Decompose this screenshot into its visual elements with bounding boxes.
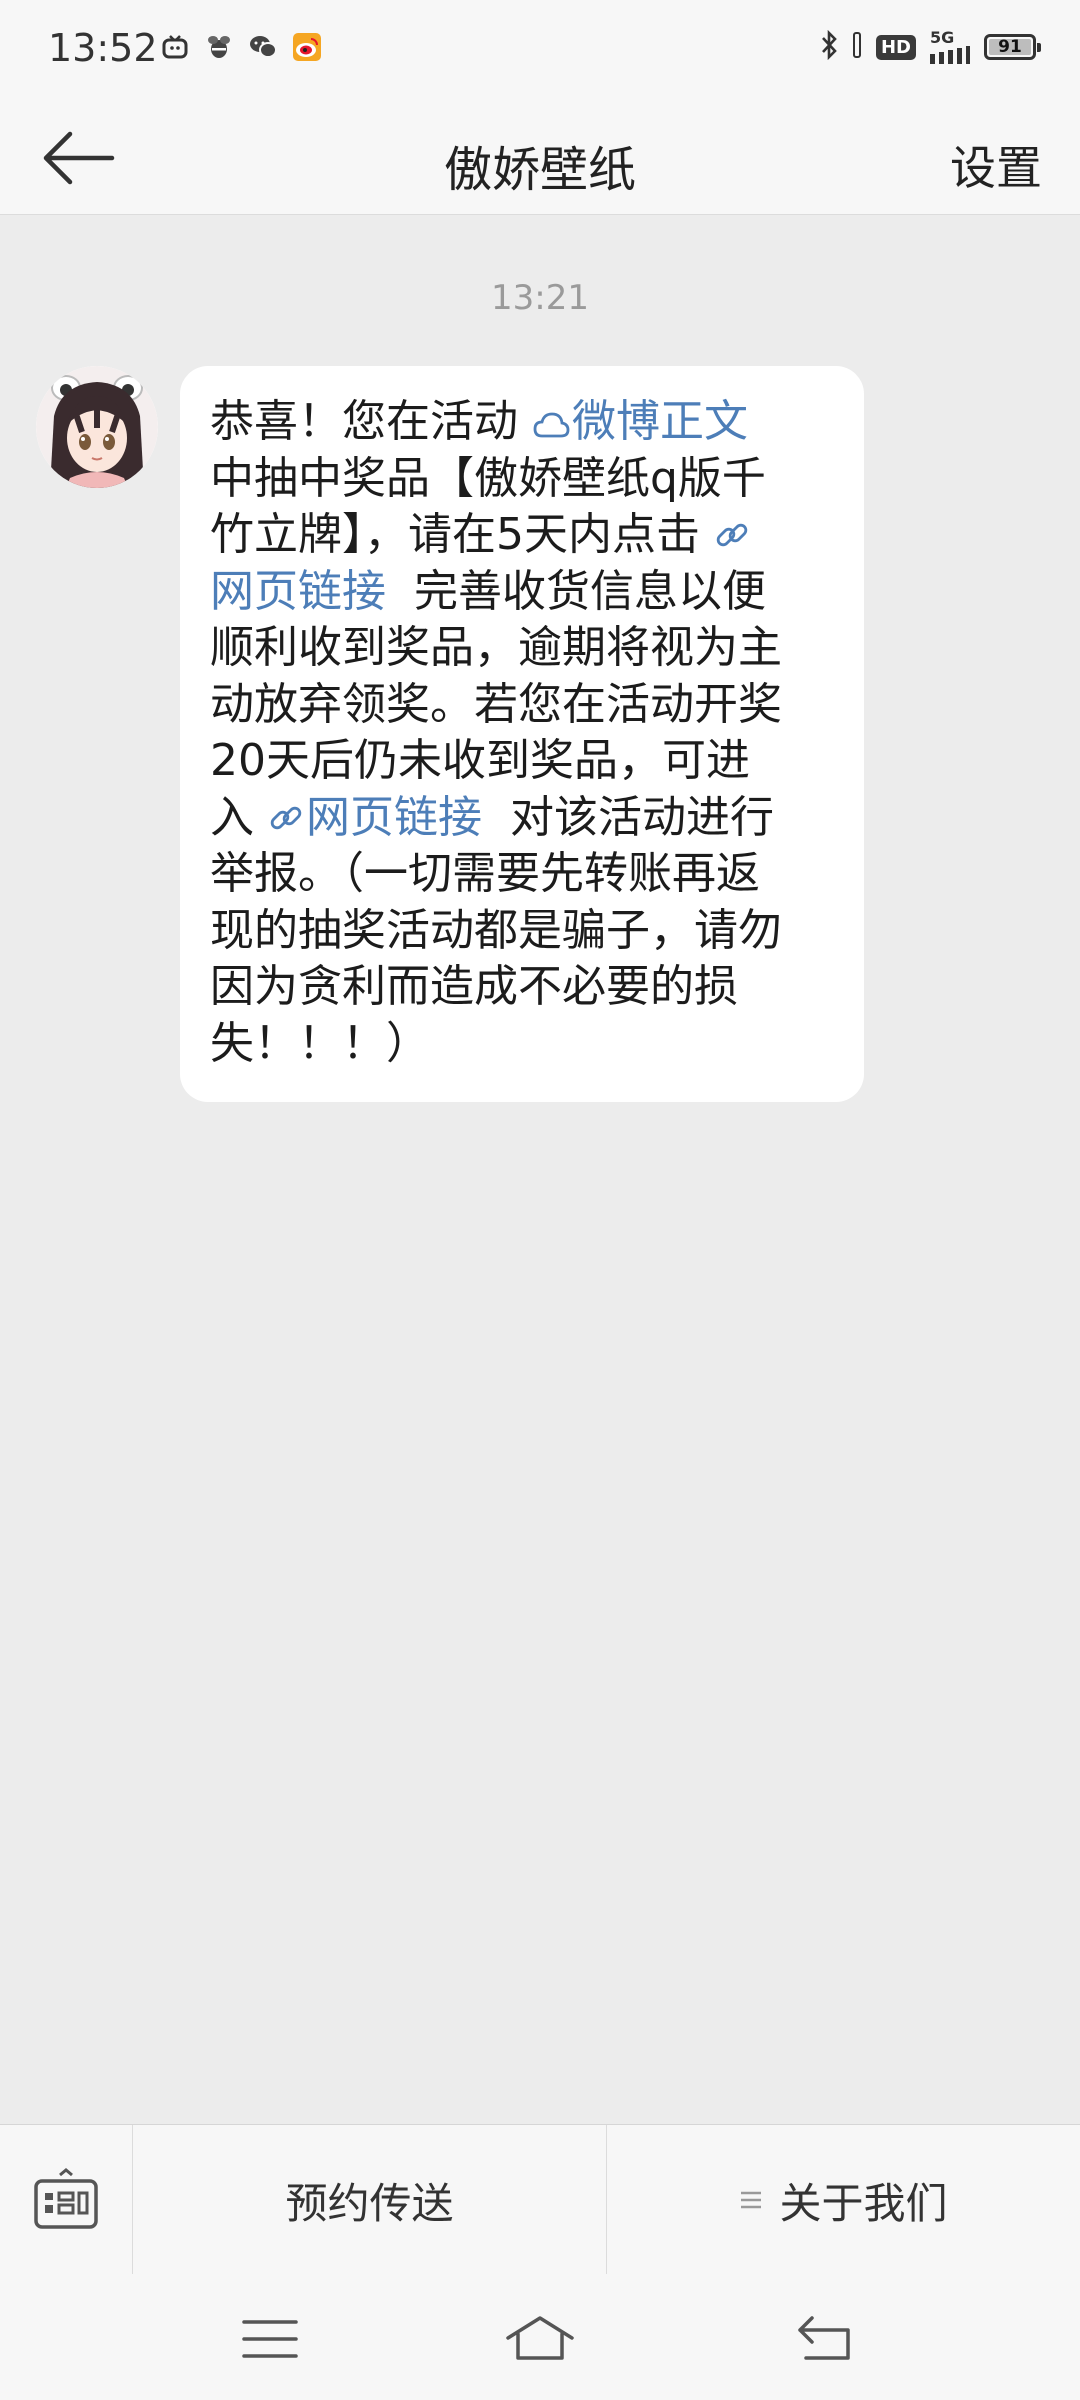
header: 傲娇壁纸 设置 (0, 100, 1080, 215)
message-text: 对该活动进行 (482, 791, 774, 843)
signal-bars-icon (930, 46, 970, 64)
message-line: 恭喜！您在活动 微博正文 (210, 394, 834, 451)
message-line: 网页链接 完善收货信息以便 (210, 564, 834, 621)
web-link-1[interactable]: 网页链接 (210, 566, 386, 617)
message-bubble: 恭喜！您在活动 微博正文 中抽中奖品【傲娇壁纸q版千 竹立牌】，请在5天内点击 … (180, 366, 864, 1102)
weibo-post-link[interactable]: 微博正文 (532, 396, 748, 447)
weibo-post-link-label: 微博正文 (572, 396, 748, 447)
web-link-2-label: 网页链接 (306, 791, 482, 843)
avatar-image (36, 366, 158, 488)
system-nav-bar (0, 2274, 1080, 2400)
nav-home-button[interactable] (504, 2314, 576, 2364)
menu-about-us-label: 关于我们 (779, 2178, 948, 2228)
message-line: 20天后仍未收到奖品，可进 (210, 735, 750, 786)
message-timestamp: 13:21 (491, 278, 589, 318)
avatar[interactable] (36, 366, 158, 488)
hd-badge: HD (875, 34, 916, 60)
menu-schedule-transfer[interactable]: 预约传送 (133, 2125, 607, 2275)
message-text: 恭喜！您在活动 (210, 396, 532, 447)
status-app-icons (160, 32, 322, 62)
tv-app-icon (160, 32, 190, 62)
keyboard-icon (34, 2168, 98, 2229)
status-right: HD 5G 91 (820, 29, 1041, 64)
link-chain-icon (270, 806, 302, 829)
message-line: 动放弃领奖。若您在活动开奖 (210, 678, 782, 730)
message-line: 中抽中奖品【傲娇壁纸q版千 (210, 452, 766, 504)
message-line: 失！！！） (210, 1017, 430, 1069)
status-time: 13:52 (48, 26, 158, 70)
nav-back-button[interactable] (792, 2314, 856, 2364)
cloud-icon (533, 412, 570, 438)
status-bar: 13:52 HD 5G 91 (0, 0, 1080, 100)
menu-about-us[interactable]: 关于我们 (607, 2125, 1080, 2275)
battery-icon: 91 (984, 34, 1041, 60)
message-line: 现的抽奖活动都是骗子，请勿 (210, 904, 782, 956)
message-line: 竹立牌】，请在5天内点击 (210, 507, 834, 564)
link-chain-icon[interactable] (714, 517, 750, 553)
wechat-icon (248, 32, 278, 62)
bee-app-icon (204, 32, 234, 62)
weibo-icon (292, 32, 322, 62)
message-line: 因为贪利而造成不必要的损 (210, 961, 738, 1012)
bottom-menu-bar: 预约传送 关于我们 (0, 2124, 1080, 2275)
signal-group: 5G (930, 30, 970, 64)
battery-level: 91 (998, 36, 1022, 57)
back-icon (798, 2316, 850, 2360)
keyboard-toggle-button[interactable] (0, 2125, 133, 2275)
nav-menu-button[interactable] (238, 2314, 302, 2364)
network-type: 5G (930, 28, 955, 47)
bluetooth-icon (820, 29, 838, 64)
menu-lines-icon (739, 2189, 763, 2211)
vibrate-icon (852, 30, 862, 64)
page-title: 傲娇壁纸 (443, 142, 636, 198)
message-line: 顺利收到奖品，逾期将视为主 (210, 622, 782, 673)
message-text: 完善收货信息以便 (386, 565, 766, 617)
settings-button[interactable]: 设置 (950, 132, 1042, 198)
home-icon (506, 2316, 574, 2360)
menu-icon (242, 2320, 298, 2358)
message-text: 入 (210, 791, 268, 843)
message-line: 举报。（一切需要先转账再返 (210, 848, 760, 899)
web-link-2[interactable]: 网页链接 (268, 792, 482, 843)
message-line: 入 网页链接 对该活动进行 (210, 790, 834, 847)
message-text: 竹立牌】，请在5天内点击 (210, 509, 714, 560)
